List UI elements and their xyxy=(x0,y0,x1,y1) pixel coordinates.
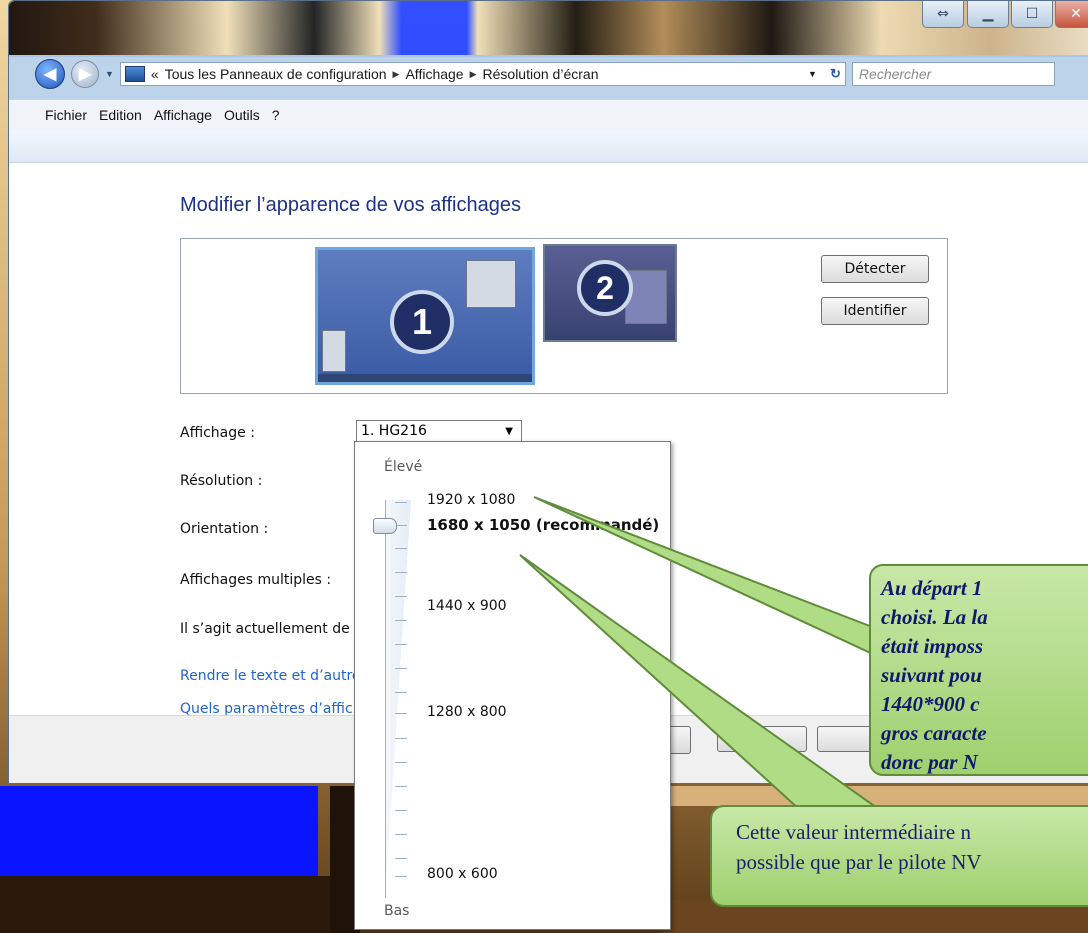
multiple-displays-label: Affichages multiples : xyxy=(180,572,332,588)
resolution-dropdown: Élevé 1920 x 1080 1680 x 1050 (recommand… xyxy=(354,441,671,930)
slider-track-line xyxy=(385,500,386,898)
mini-window xyxy=(466,260,516,308)
slider-tick xyxy=(395,876,407,877)
menu-file[interactable]: Fichier xyxy=(45,107,87,123)
menu-view[interactable]: Affichage xyxy=(154,107,212,123)
menu-help[interactable]: ? xyxy=(272,107,280,123)
slider-tick xyxy=(395,834,407,835)
slider-tick xyxy=(395,786,407,787)
resolution-label: Résolution : xyxy=(180,473,263,489)
recent-pages-dropdown-icon[interactable]: ▼ xyxy=(105,69,114,79)
identify-button[interactable]: Identifier xyxy=(821,297,929,325)
monitor-layout-box: 1 2 Détecter Identifier xyxy=(180,238,948,394)
address-bar[interactable]: « Tous les Panneaux de configuration ▶ A… xyxy=(119,62,846,86)
resolution-option-1280x800[interactable]: 1280 x 800 xyxy=(427,704,507,720)
toolbar xyxy=(9,130,1088,163)
display-label: Affichage : xyxy=(180,425,255,441)
close-button[interactable]: ✕ xyxy=(1055,1,1088,28)
minimize-button[interactable]: ▁ xyxy=(967,1,1009,28)
mini-window xyxy=(322,330,346,372)
slider-tick xyxy=(395,572,407,573)
callout-annotation-1: Au départ 1 choisi. La la était imposs s… xyxy=(869,564,1088,776)
wallpaper-blue-block xyxy=(0,786,318,876)
resolution-option-1440x900[interactable]: 1440 x 900 xyxy=(427,598,507,614)
slider-tick xyxy=(395,502,407,503)
breadcrumb-separator-icon[interactable]: ▶ xyxy=(470,69,477,80)
wallpaper-dark-area xyxy=(0,876,330,933)
slider-tick xyxy=(395,810,407,811)
resolution-option-1680x1050[interactable]: 1680 x 1050 (recommandé) xyxy=(427,516,659,534)
resolution-option-800x600[interactable]: 800 x 600 xyxy=(427,866,498,882)
monitor-number-1: 1 xyxy=(390,290,454,354)
display-select-value: 1. HG216 xyxy=(361,423,427,439)
menu-bar: Fichier Edition Affichage Outils ? xyxy=(9,99,1088,130)
breadcrumb-screen-resolution[interactable]: Résolution d’écran xyxy=(483,66,599,82)
forward-button[interactable]: ▶ xyxy=(71,60,99,88)
orientation-label: Orientation : xyxy=(180,521,269,537)
slider-tick xyxy=(395,620,407,621)
slider-tick xyxy=(395,713,407,714)
slider-tick xyxy=(395,548,407,549)
refresh-icon[interactable]: ↻ xyxy=(830,66,841,82)
cancel-button[interactable]: An xyxy=(717,726,807,752)
monitor-number-2: 2 xyxy=(577,260,633,316)
callout-annotation-2: Cette valeur intermédiaire n possible qu… xyxy=(710,805,1088,907)
page-title: Modifier l’apparence de vos affichages xyxy=(180,194,521,216)
window-controls: ▁ ☐ ✕ xyxy=(967,1,1088,28)
address-overflow[interactable]: « xyxy=(151,66,159,82)
address-dropdown-icon[interactable]: ▼ xyxy=(808,69,817,79)
slider-tick xyxy=(395,738,407,739)
current-display-text: Il s’agit actuellement de xyxy=(180,621,350,637)
chevron-down-icon: ▼ xyxy=(505,425,513,437)
aero-snap-button[interactable]: ⇔ xyxy=(922,1,964,28)
high-label: Élevé xyxy=(384,459,423,475)
wallpaper-light-area xyxy=(660,786,1088,806)
maximize-button[interactable]: ☐ xyxy=(1011,1,1053,28)
resolution-slider-thumb[interactable] xyxy=(373,518,397,534)
menu-edit[interactable]: Edition xyxy=(99,107,142,123)
slider-tick xyxy=(395,644,407,645)
monitor-2-tile[interactable]: 2 xyxy=(543,244,677,342)
title-bar: ⇔ ▁ ☐ ✕ xyxy=(9,1,1088,57)
text-size-link[interactable]: Rendre le texte et d’autre xyxy=(180,668,361,684)
slider-tick xyxy=(395,692,407,693)
slider-track[interactable] xyxy=(385,500,411,898)
mini-taskbar xyxy=(318,374,532,382)
search-input[interactable]: Rechercher xyxy=(851,62,1055,86)
resolution-option-1920x1080[interactable]: 1920 x 1080 xyxy=(427,492,515,508)
detect-button[interactable]: Détecter xyxy=(821,255,929,283)
slider-tick xyxy=(395,858,407,859)
display-select[interactable]: 1. HG216 ▼ xyxy=(356,420,522,442)
navigation-bar: ◀ ▶ ▼ « Tous les Panneaux de configurati… xyxy=(35,59,1088,89)
control-panel-icon xyxy=(124,66,145,82)
slider-tick xyxy=(395,596,407,597)
slider-tick xyxy=(395,668,407,669)
breadcrumb-display[interactable]: Affichage xyxy=(405,66,463,82)
breadcrumb-separator-icon[interactable]: ▶ xyxy=(393,69,400,80)
menu-tools[interactable]: Outils xyxy=(224,107,260,123)
monitor-1-tile[interactable]: 1 xyxy=(315,247,535,385)
breadcrumb-control-panel[interactable]: Tous les Panneaux de configuration xyxy=(165,66,387,82)
back-button[interactable]: ◀ xyxy=(35,59,65,89)
low-label: Bas xyxy=(384,903,410,919)
slider-tick xyxy=(395,762,407,763)
